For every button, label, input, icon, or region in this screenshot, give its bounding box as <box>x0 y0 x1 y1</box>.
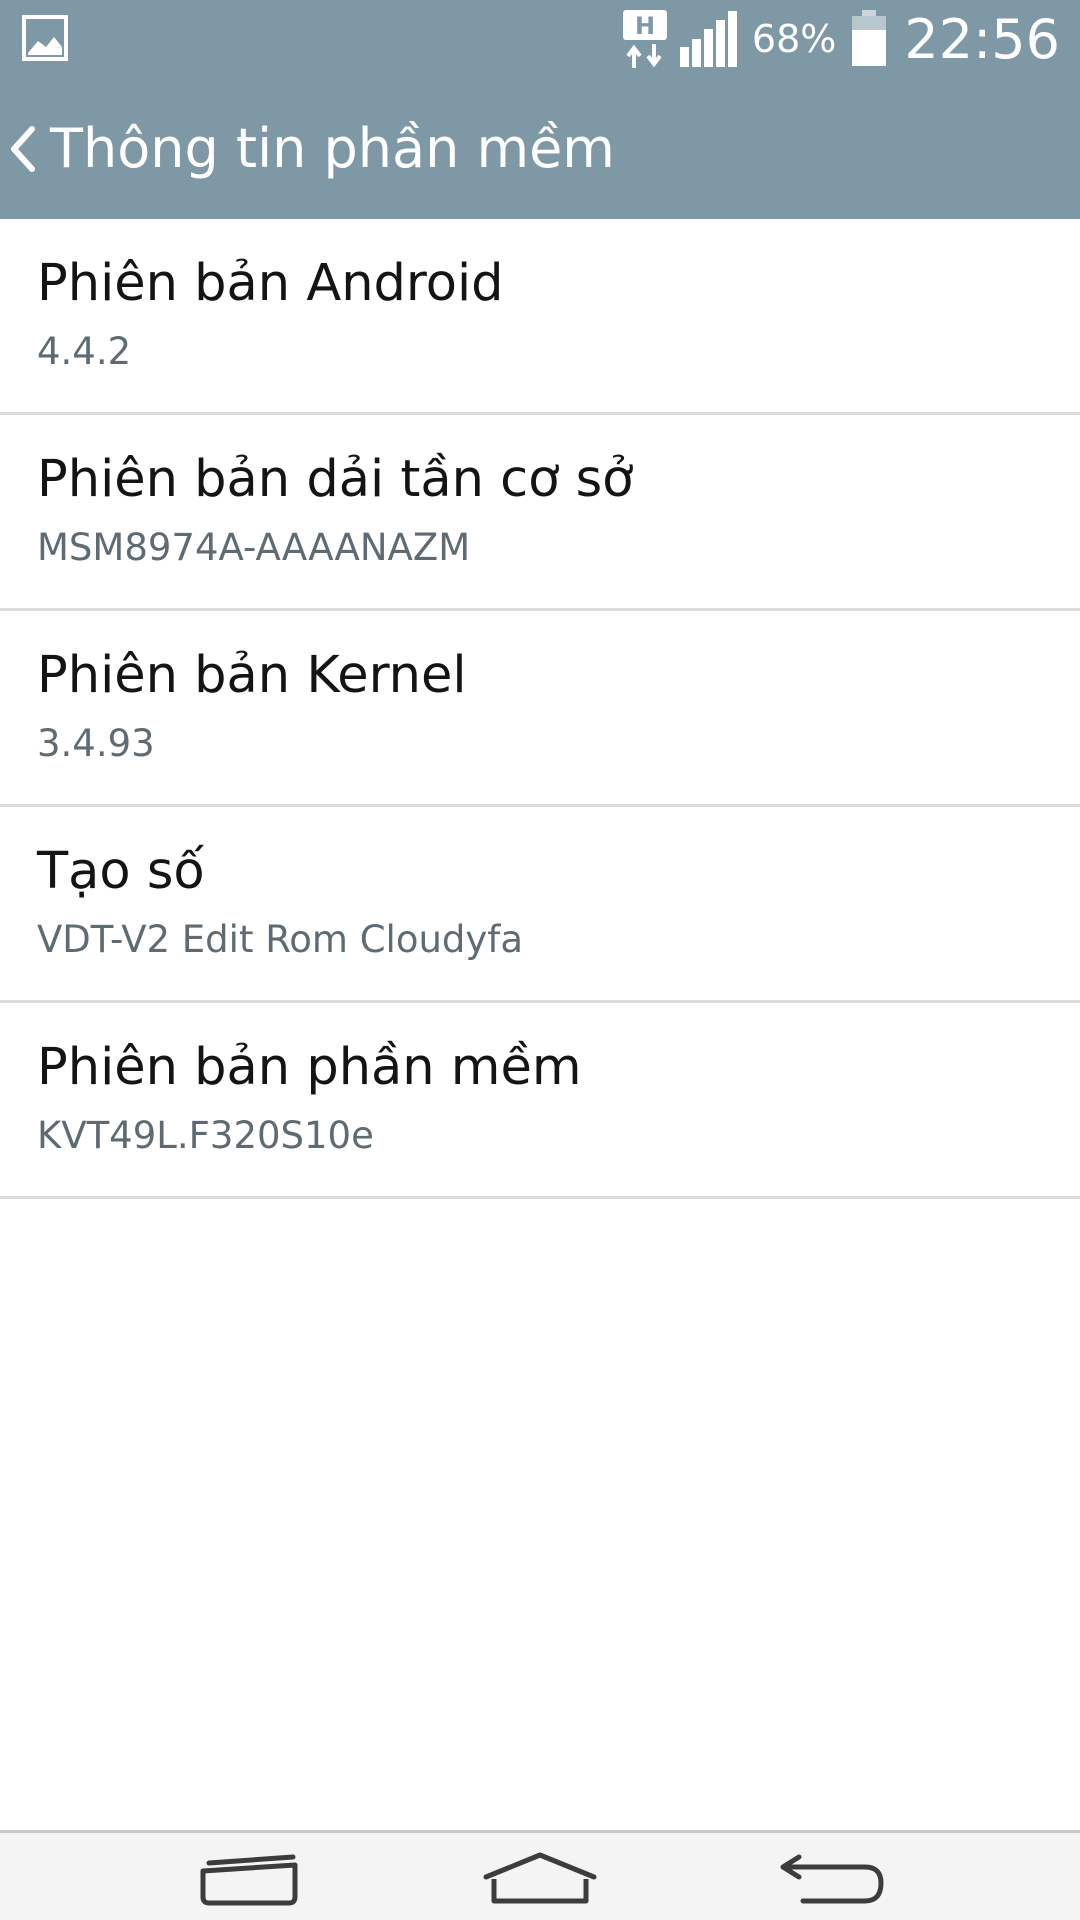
recent-apps-button[interactable] <box>190 1841 310 1917</box>
list-item-android-version[interactable]: Phiên bản Android 4.4.2 <box>0 219 1080 415</box>
page-title[interactable]: Thông tin phần mềm <box>50 117 615 180</box>
back-button[interactable] <box>772 1841 892 1917</box>
list-item-software-version[interactable]: Phiên bản phần mềm KVT49L.F320S10e <box>0 1003 1080 1199</box>
item-title: Tạo số <box>37 842 205 901</box>
status-indicators: H 68% 22:56 <box>622 0 1060 78</box>
home-button[interactable] <box>480 1841 600 1917</box>
status-bar: H 68% 22:56 <box>0 0 1080 78</box>
image-icon <box>22 15 68 61</box>
navigation-bar <box>0 1830 1080 1920</box>
app-header: Thông tin phần mềm <box>0 78 1080 219</box>
home-icon <box>483 1852 597 1904</box>
list-item-build-number[interactable]: Tạo số VDT-V2 Edit Rom Cloudyfa <box>0 807 1080 1003</box>
item-title: Phiên bản phần mềm <box>37 1038 582 1097</box>
top-bar: H 68% 22:56 Thông tin phần mềm <box>0 0 1080 219</box>
hspa-data-icon: H <box>622 10 667 68</box>
clock: 22:56 <box>904 7 1060 71</box>
recent-apps-icon <box>200 1854 298 1906</box>
item-value: VDT-V2 Edit Rom Cloudyfa <box>37 918 523 961</box>
battery-percent: 68% <box>751 17 837 61</box>
signal-icon <box>679 11 737 67</box>
item-value: KVT49L.F320S10e <box>37 1114 374 1157</box>
list-item-kernel-version[interactable]: Phiên bản Kernel 3.4.93 <box>0 611 1080 807</box>
item-value: 3.4.93 <box>37 722 155 765</box>
item-title: Phiên bản dải tần cơ sở <box>37 450 634 509</box>
item-title: Phiên bản Kernel <box>37 646 467 705</box>
item-value: MSM8974A-AAAANAZM <box>37 526 471 569</box>
network-label: H <box>635 12 655 40</box>
item-value: 4.4.2 <box>37 330 132 373</box>
item-title: Phiên bản Android <box>37 254 504 313</box>
software-info-list: Phiên bản Android 4.4.2 Phiên bản dải tầ… <box>0 219 1080 1199</box>
back-arrow-icon <box>780 1854 884 1904</box>
battery-icon <box>852 10 887 66</box>
screen: H 68% 22:56 Thông tin phần mềm Phiên bản… <box>0 0 1080 1920</box>
list-item-baseband-version[interactable]: Phiên bản dải tần cơ sở MSM8974A-AAAANAZ… <box>0 415 1080 611</box>
chevron-left-icon[interactable] <box>6 123 40 175</box>
